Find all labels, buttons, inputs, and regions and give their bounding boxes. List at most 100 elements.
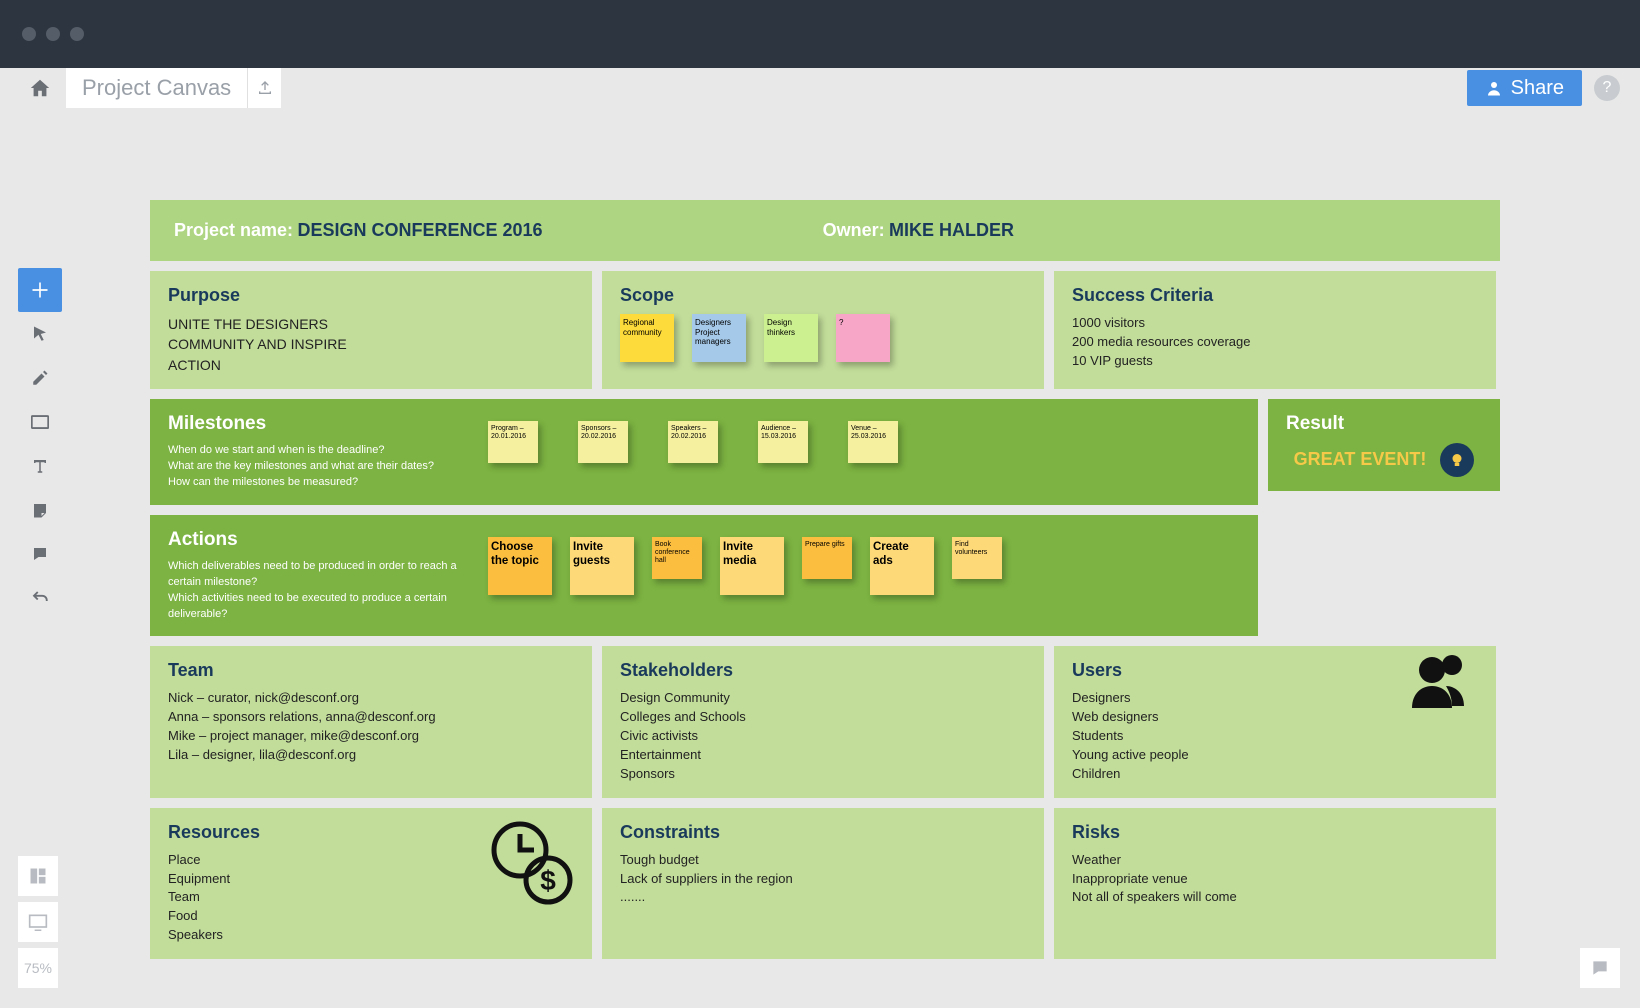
- list-item: .......: [620, 888, 1026, 907]
- sticky-note[interactable]: Choose the topic: [488, 537, 552, 595]
- row-lower: Team Nick – curator, nick@desconf.org An…: [150, 646, 1500, 797]
- project-name-value: DESIGN CONFERENCE 2016: [298, 220, 543, 240]
- traffic-minimize[interactable]: [46, 27, 60, 41]
- sticky-note[interactable]: Find volunteers: [952, 537, 1002, 579]
- list-item: Speakers: [168, 926, 574, 945]
- zoom-value: 75%: [24, 960, 52, 976]
- list-item: Entertainment: [620, 746, 1026, 765]
- add-tool[interactable]: [18, 268, 62, 312]
- scope-panel[interactable]: Scope Regional community Designers Proje…: [602, 271, 1044, 389]
- purpose-panel[interactable]: Purpose UNITE THE DESIGNERS COMMUNITY AN…: [150, 271, 592, 389]
- list-item: 10 VIP guests: [1072, 352, 1478, 371]
- clock-money-icon: $: [486, 818, 576, 908]
- scope-title: Scope: [620, 285, 1026, 306]
- canvas[interactable]: Project name: DESIGN CONFERENCE 2016 Own…: [150, 200, 1500, 959]
- sticky-note[interactable]: Venue – 25.03.2016: [848, 421, 898, 463]
- list-item: Students: [1072, 727, 1478, 746]
- sticky-note[interactable]: Book conference hall: [652, 537, 702, 579]
- list-item: Mike – project manager, mike@desconf.org: [168, 727, 574, 746]
- share-button[interactable]: Share: [1467, 70, 1582, 106]
- project-name-label: Project name:: [174, 220, 293, 240]
- team-body: Nick – curator, nick@desconf.org Anna – …: [168, 689, 574, 764]
- sticky-note[interactable]: Invite guests: [570, 537, 634, 595]
- sticky-note[interactable]: Regional community: [620, 314, 674, 362]
- home-icon[interactable]: [20, 68, 60, 108]
- list-item: Lack of suppliers in the region: [620, 870, 1026, 889]
- milestones-panel[interactable]: Milestones When do we start and when is …: [150, 399, 1258, 505]
- list-item: Nick – curator, nick@desconf.org: [168, 689, 574, 708]
- undo-tool[interactable]: [18, 576, 62, 620]
- milestones-title: Milestones: [168, 413, 488, 435]
- top-nav: Project Canvas Share ?: [0, 68, 1640, 108]
- stakeholders-body: Design Community Colleges and Schools Ci…: [620, 689, 1026, 783]
- actions-panel[interactable]: Actions Which deliverables need to be pr…: [150, 515, 1258, 637]
- purpose-title: Purpose: [168, 285, 574, 306]
- list-item: Civic activists: [620, 727, 1026, 746]
- users-panel[interactable]: Users Designers Web designers Students Y…: [1054, 646, 1496, 797]
- constraints-panel[interactable]: Constraints Tough budget Lack of supplie…: [602, 808, 1044, 959]
- constraints-body: Tough budget Lack of suppliers in the re…: [620, 851, 1026, 908]
- resources-panel[interactable]: Resources Place Equipment Team Food Spea…: [150, 808, 592, 959]
- team-title: Team: [168, 660, 574, 681]
- risks-body: Weather Inappropriate venue Not all of s…: [1072, 851, 1478, 908]
- help-button[interactable]: ?: [1594, 75, 1620, 101]
- list-item: Anna – sponsors relations, anna@desconf.…: [168, 708, 574, 727]
- present-button[interactable]: [18, 902, 58, 942]
- owner-label: Owner:: [823, 220, 885, 240]
- sticky-note[interactable]: Program – 20.01.2016: [488, 421, 538, 463]
- sticky-note[interactable]: Prepare gifts: [802, 537, 852, 579]
- shape-tool[interactable]: [18, 400, 62, 444]
- sticky-note[interactable]: Design thinkers: [764, 314, 818, 362]
- result-text: GREAT EVENT!: [1294, 449, 1427, 471]
- bottom-left-controls: 75%: [18, 856, 58, 988]
- chat-button[interactable]: [1580, 948, 1620, 988]
- success-panel[interactable]: Success Criteria 1000 visitors 200 media…: [1054, 271, 1496, 389]
- document-title[interactable]: Project Canvas: [66, 68, 247, 108]
- person-icon: [1485, 79, 1503, 97]
- scope-stickies: Regional community Designers Project man…: [620, 314, 1026, 362]
- zoom-display[interactable]: 75%: [18, 948, 58, 988]
- list-item: 200 media resources coverage: [1072, 333, 1478, 352]
- list-item: Design Community: [620, 689, 1026, 708]
- milestones-hints: When do we start and when is the deadlin…: [168, 443, 488, 491]
- sticky-tool[interactable]: [18, 488, 62, 532]
- export-button[interactable]: [247, 68, 281, 108]
- traffic-maximize[interactable]: [70, 27, 84, 41]
- comment-tool[interactable]: [18, 532, 62, 576]
- window-titlebar: [0, 0, 1640, 68]
- row-bottom: Resources Place Equipment Team Food Spea…: [150, 808, 1500, 959]
- success-title: Success Criteria: [1072, 285, 1478, 306]
- list-item: Weather: [1072, 851, 1478, 870]
- risks-title: Risks: [1072, 822, 1478, 843]
- sticky-note[interactable]: Create ads: [870, 537, 934, 595]
- actions-title: Actions: [168, 529, 488, 551]
- sticky-note[interactable]: Invite media: [720, 537, 784, 595]
- pencil-tool[interactable]: [18, 356, 62, 400]
- list-item: Children: [1072, 765, 1478, 784]
- constraints-title: Constraints: [620, 822, 1026, 843]
- result-title: Result: [1286, 413, 1482, 435]
- header-banner[interactable]: Project name: DESIGN CONFERENCE 2016 Own…: [150, 200, 1500, 261]
- sticky-note[interactable]: Designers Project managers: [692, 314, 746, 362]
- stakeholders-panel[interactable]: Stakeholders Design Community Colleges a…: [602, 646, 1044, 797]
- traffic-close[interactable]: [22, 27, 36, 41]
- sticky-note[interactable]: Speakers – 20.02.2016: [668, 421, 718, 463]
- list-item: 1000 visitors: [1072, 314, 1478, 333]
- result-panel[interactable]: Result GREAT EVENT!: [1268, 399, 1500, 491]
- sticky-note[interactable]: Audience – 15.03.2016: [758, 421, 808, 463]
- list-item: Colleges and Schools: [620, 708, 1026, 727]
- list-item: Food: [168, 907, 574, 926]
- risks-panel[interactable]: Risks Weather Inappropriate venue Not al…: [1054, 808, 1496, 959]
- people-icon: [1404, 650, 1474, 710]
- team-panel[interactable]: Team Nick – curator, nick@desconf.org An…: [150, 646, 592, 797]
- purpose-text: UNITE THE DESIGNERS COMMUNITY AND INSPIR…: [168, 314, 378, 375]
- cursor-tool[interactable]: [18, 312, 62, 356]
- owner-value: MIKE HALDER: [889, 220, 1014, 240]
- sticky-note[interactable]: Sponsors – 20.02.2016: [578, 421, 628, 463]
- lightbulb-icon: [1440, 443, 1474, 477]
- text-tool[interactable]: [18, 444, 62, 488]
- frames-button[interactable]: [18, 856, 58, 896]
- list-item: Inappropriate venue: [1072, 870, 1478, 889]
- sticky-note[interactable]: ?: [836, 314, 890, 362]
- actions-hints: Which deliverables need to be produced i…: [168, 559, 488, 623]
